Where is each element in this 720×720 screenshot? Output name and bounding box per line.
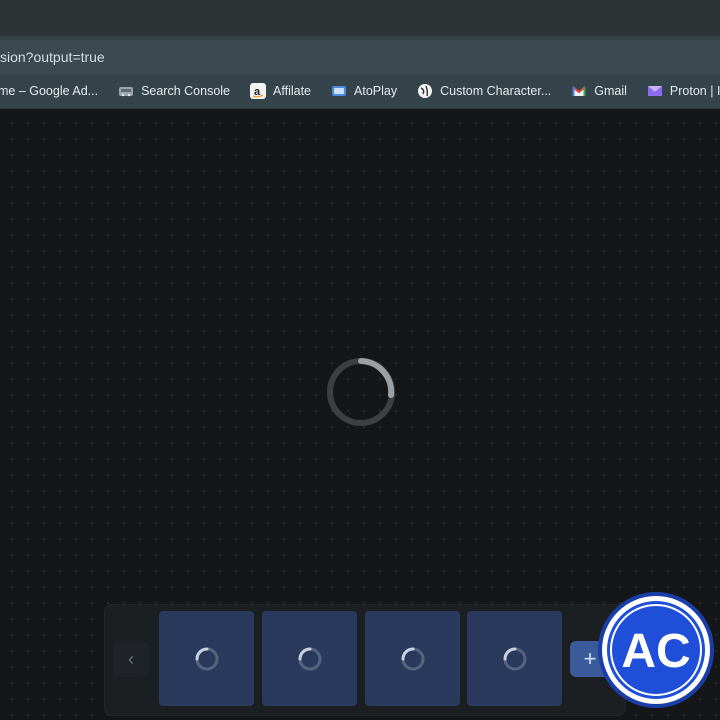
tab-strip: [0, 0, 720, 36]
bookmark-proton[interactable]: Proton | Inbox: [647, 74, 720, 108]
bookmark-label: Proton | Inbox: [669, 84, 720, 98]
bookmark-custom-character[interactable]: Custom Character...: [417, 74, 551, 108]
bookmark-gmail[interactable]: Gmail: [571, 74, 627, 108]
thumbnail-3[interactable]: [365, 611, 460, 706]
address-bar[interactable]: sion?output=true: [0, 40, 720, 74]
bookmark-label: AtoPlay: [354, 84, 398, 98]
bookmark-label: Custom Character...: [440, 84, 552, 98]
gmail-icon: [571, 83, 587, 99]
bookmark-atoplay[interactable]: AtoPlay: [331, 74, 397, 108]
bookmark-label: Search Console: [141, 84, 231, 98]
ac-logo-badge: AC: [598, 592, 714, 708]
loading-spinner-icon: [327, 358, 395, 426]
bookmark-label: Gmail: [594, 84, 627, 98]
bookmark-search-console[interactable]: Search Console: [118, 74, 230, 108]
chevron-left-icon: ‹: [128, 648, 134, 669]
search-console-icon: [118, 83, 134, 99]
address-url[interactable]: sion?output=true: [0, 49, 105, 65]
proton-icon: [647, 83, 663, 99]
bookmarks-bar: me – Google Ad... Search Console a Affil…: [0, 74, 720, 109]
loading-spinner-icon: [503, 647, 527, 671]
globe-icon: [417, 83, 433, 99]
thumbnail-4[interactable]: [467, 611, 562, 706]
badge-text: AC: [621, 625, 690, 678]
atoplay-icon: [331, 83, 347, 99]
amazon-icon: a: [250, 83, 267, 99]
thumbnail-1[interactable]: [159, 611, 254, 706]
plus-icon: +: [583, 646, 597, 671]
previous-button[interactable]: ‹: [113, 641, 149, 677]
browser-window: sion?output=true me – Google Ad... Searc…: [0, 0, 720, 720]
loading-spinner-icon: [401, 647, 425, 671]
bookmark-google-ads[interactable]: me – Google Ad...: [0, 74, 98, 108]
thumbnail-2[interactable]: [262, 611, 357, 706]
loading-spinner-icon: [195, 647, 219, 671]
bookmark-label: me – Google Ad...: [0, 84, 99, 98]
bookmark-label: Affilate: [273, 84, 312, 98]
loading-spinner-icon: [298, 647, 322, 671]
bookmark-affilate[interactable]: a Affilate: [250, 74, 311, 108]
